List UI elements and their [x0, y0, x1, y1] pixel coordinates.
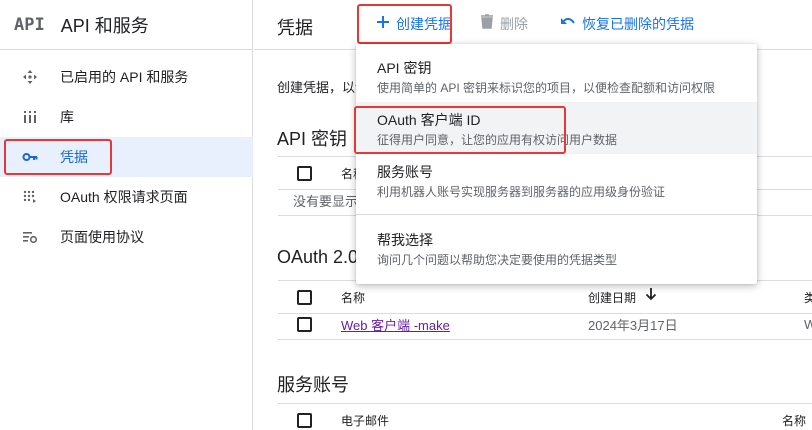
menu-item-api-key[interactable]: API 密钥 使用简单的 API 密钥来标识您的项目，以便检查配额和访问权限 — [356, 50, 757, 102]
sidebar-item-library[interactable]: 库 — [0, 97, 253, 137]
restore-deleted-button[interactable]: 恢复已删除的凭据 — [560, 14, 694, 34]
restore-label: 恢复已删除的凭据 — [582, 16, 694, 32]
move-icon — [22, 69, 38, 85]
client-name-link[interactable]: Web 客户端 -make — [341, 315, 450, 334]
api-logo[interactable]: API — [14, 15, 45, 35]
menu-item-description: 使用简单的 API 密钥来标识您的项目，以便检查配额和访问权限 — [377, 81, 716, 95]
sidebar-item-label: OAuth 权限请求页面 — [60, 189, 188, 205]
sidebar-item-label: 页面使用协议 — [60, 229, 144, 245]
sidebar-item-oauth-consent[interactable]: OAuth 权限请求页面 — [0, 177, 253, 217]
plus-icon — [376, 15, 390, 34]
oauth-title: OAuth 2.0 — [277, 247, 359, 267]
sidebar: API API 和服务 已启用的 API 和服务 库 凭据 OAuth 权限请求… — [0, 0, 253, 430]
sidebar-title[interactable]: API 和服务 — [61, 12, 149, 38]
settings-list-icon — [22, 229, 38, 245]
sidebar-item-enabled-apis[interactable]: 已启用的 API 和服务 — [0, 57, 253, 97]
top-toolbar: 凭据 创建凭据 删除 恢复已删除的凭据 — [254, 0, 812, 50]
sidebar-item-label: 凭据 — [60, 149, 88, 165]
client-type: W — [804, 317, 812, 332]
oauth-table-header: 名称 创建日期 类 — [278, 280, 812, 314]
menu-item-title: OAuth 客户端 ID — [377, 112, 481, 128]
api-keys-title: API 密钥 — [277, 129, 348, 149]
sidebar-item-page-usage[interactable]: 页面使用协议 — [0, 217, 253, 257]
menu-item-service-account[interactable]: 服务账号 利用机器人账号实现服务器到服务器的应用级身份验证 — [356, 154, 757, 206]
service-table-header: 电子邮件 名称 — [278, 403, 812, 430]
create-credentials-menu: API 密钥 使用简单的 API 密钥来标识您的项目，以便检查配额和访问权限 O… — [356, 44, 757, 284]
create-credentials-label: 创建凭据 — [396, 16, 452, 32]
page-title: 凭据 — [277, 18, 313, 38]
select-all-checkbox[interactable] — [297, 289, 312, 305]
row-checkbox[interactable] — [297, 317, 312, 332]
delete-button[interactable]: 删除 — [480, 14, 528, 34]
select-all-checkbox[interactable] — [297, 412, 312, 428]
menu-item-help-me-choose[interactable]: 帮我选择 询问几个问题以帮助您决定要使用的凭据类型 — [356, 222, 757, 274]
library-icon — [22, 109, 38, 125]
arrow-down-icon[interactable] — [645, 287, 657, 304]
consent-icon — [22, 189, 38, 205]
menu-item-description: 利用机器人账号实现服务器到服务器的应用级身份验证 — [377, 185, 666, 199]
sidebar-item-label: 库 — [60, 109, 74, 125]
menu-item-oauth-client-id[interactable]: OAuth 客户端 ID 征得用户同意，让您的应用有权访问用户数据 — [356, 102, 757, 154]
create-credentials-button[interactable]: 创建凭据 — [376, 14, 452, 34]
delete-label: 删除 — [500, 16, 528, 32]
col-email[interactable]: 电子邮件 — [341, 412, 389, 429]
intro-text: 创建凭据，以访 — [277, 80, 369, 95]
undo-icon — [560, 15, 576, 34]
col-type[interactable]: 类 — [804, 289, 812, 306]
sidebar-item-credentials[interactable]: 凭据 — [0, 137, 253, 177]
menu-item-description: 征得用户同意，让您的应用有权访问用户数据 — [377, 133, 618, 147]
service-accounts-title: 服务账号 — [277, 375, 349, 395]
menu-item-description: 询问几个问题以帮助您决定要使用的凭据类型 — [377, 253, 618, 267]
col-name[interactable]: 名称 — [782, 412, 806, 429]
menu-item-title: 帮我选择 — [377, 232, 433, 248]
created-date: 2024年3月17日 — [588, 318, 678, 333]
key-icon — [22, 149, 38, 165]
col-name[interactable]: 名称 — [341, 289, 365, 306]
sidebar-item-label: 已启用的 API 和服务 — [60, 69, 189, 85]
select-all-checkbox[interactable] — [297, 165, 312, 181]
menu-item-title: API 密钥 — [377, 60, 432, 76]
menu-divider — [356, 214, 757, 215]
sidebar-header: API API 和服务 — [0, 0, 252, 50]
col-created-date[interactable]: 创建日期 — [588, 289, 636, 306]
trash-icon — [480, 14, 494, 34]
menu-item-title: 服务账号 — [377, 164, 433, 180]
table-row: Web 客户端 -make 2024年3月17日 W — [278, 310, 812, 340]
